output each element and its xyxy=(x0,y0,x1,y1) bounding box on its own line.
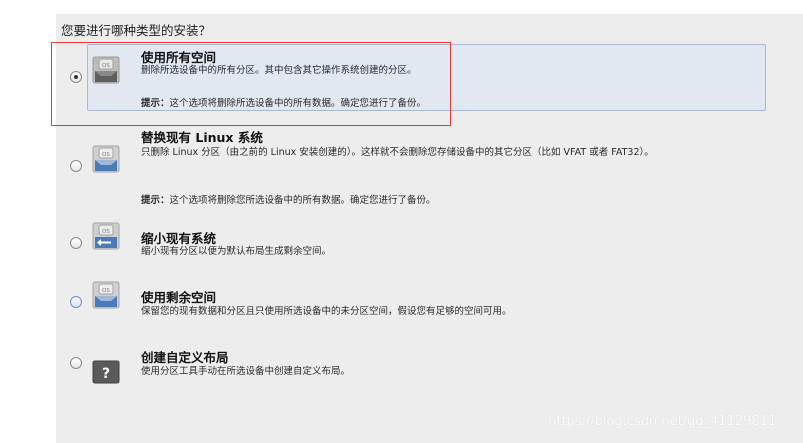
radio-custom-layout[interactable] xyxy=(70,357,82,369)
annotation-highlight-box xyxy=(51,42,451,126)
hint-label: 提示： xyxy=(141,195,170,206)
radio-replace-linux[interactable] xyxy=(70,160,82,172)
hint-text: 这个选项将删除您所选设备中的所有数据。确定您进行了备份。 xyxy=(169,195,436,206)
option-title: 创建自定义布局 xyxy=(141,350,229,365)
option-description: 保留您的现有数据和分区且只使用所选设备中的未分区空间，假设您有足够的空间可用。 xyxy=(141,306,512,317)
radio-use-free-space[interactable] xyxy=(70,296,82,308)
option-title: 使用剩余空间 xyxy=(141,290,217,305)
os-free-space-icon: OS xyxy=(92,281,120,309)
option-description: 只删除 Linux 分区（由之前的 Linux 安装创建的）。这样就不会删除您存… xyxy=(141,147,654,158)
os-shrink-icon: OS xyxy=(92,222,120,250)
os-label: OS xyxy=(102,152,110,158)
radio-shrink-system[interactable] xyxy=(70,237,82,249)
option-description: 缩小现有分区以便为默认布局生成剩余空间。 xyxy=(141,246,332,257)
os-label: OS xyxy=(102,288,110,294)
option-description: 使用分区工具手动在所选设备中创建自定义布局。 xyxy=(141,366,351,377)
install-type-question: 您要进行哪种类型的安装？ xyxy=(61,23,212,38)
os-label: OS xyxy=(102,229,110,235)
question-glyph: ? xyxy=(102,366,110,382)
option-hint: 提示：这个选项将删除您所选设备中的所有数据。确定您进行了备份。 xyxy=(141,192,436,206)
watermark-url: https://blog.csdn.net/qq_41129811 xyxy=(548,414,777,429)
os-replace-linux-icon: OS xyxy=(92,145,120,173)
custom-layout-question-icon: ? xyxy=(92,360,120,384)
option-title: 替换现有 Linux 系统 xyxy=(141,130,263,145)
